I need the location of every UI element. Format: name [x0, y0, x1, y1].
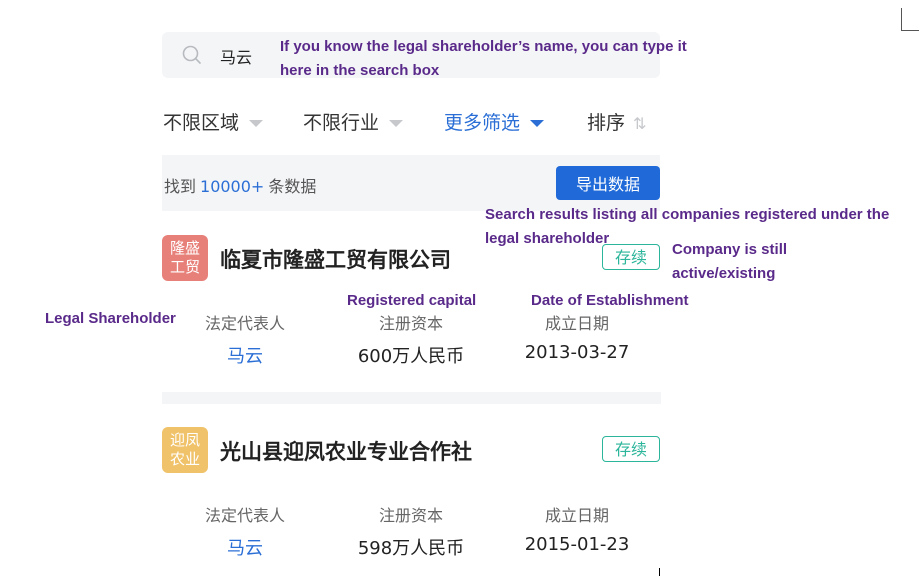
company-card[interactable]: 迎凤 农业 光山县迎凤农业专业合作社 存续 法定代表人 注册资本 成立日期 马云… [162, 427, 660, 567]
company-name[interactable]: 临夏市隆盛工贸有限公司 [220, 244, 451, 274]
filter-region-label: 不限区域 [163, 112, 240, 134]
annotation-status-line1: Company is still [672, 241, 788, 258]
legal-rep-link[interactable]: 马云 [227, 342, 263, 368]
established-label: 成立日期 [544, 314, 610, 333]
logo-text: 工贸 [169, 258, 200, 276]
logo-text: 迎凤 [169, 431, 200, 449]
capital-value: 600万人民币 [357, 346, 465, 367]
chevron-down-icon [249, 120, 264, 127]
corner-mark [901, 8, 919, 31]
annotation-search-box: If you know the legal shareholder’s name… [280, 38, 687, 79]
annotation-results-line1: Search results listing all companies reg… [485, 206, 890, 223]
annotation-legal-shareholder: Legal Shareholder [45, 310, 176, 327]
capital-label: 注册资本 [378, 506, 444, 525]
sort-icon: ⇅ [633, 114, 647, 133]
established-label: 成立日期 [544, 506, 610, 525]
export-data-button[interactable]: 导出数据 [556, 166, 660, 200]
result-count: 10000+ [200, 177, 265, 196]
company-name[interactable]: 光山县迎凤农业专业合作社 [220, 436, 472, 466]
chevron-down-icon [389, 120, 404, 127]
company-logo: 迎凤 农业 [162, 427, 208, 473]
card-divider [162, 392, 661, 404]
legal-rep-label: 法定代表人 [204, 314, 286, 333]
sort-label: 排序 [587, 112, 626, 134]
filter-industry[interactable]: 不限行业 [303, 108, 404, 135]
search-icon[interactable] [182, 45, 202, 65]
established-value: 2013-03-27 [524, 342, 630, 363]
search-input[interactable]: 马云 [220, 44, 252, 68]
capital-label: 注册资本 [378, 314, 444, 333]
sort-control[interactable]: 排序 ⇅ [587, 108, 646, 135]
status-badge: 存续 [602, 436, 660, 462]
logo-text: 农业 [169, 450, 200, 468]
company-logo: 隆盛 工贸 [162, 235, 208, 281]
result-count-text: 找到 10000+ 条数据 [164, 173, 316, 197]
filter-industry-label: 不限行业 [303, 112, 380, 134]
annotation-status-line2: active/existing [672, 265, 776, 282]
logo-text: 隆盛 [169, 239, 200, 257]
established-value: 2015-01-23 [524, 534, 630, 555]
result-suffix: 条数据 [268, 177, 317, 196]
status-badge: 存续 [602, 244, 660, 270]
annotation-status: Company is still active/existing [672, 238, 892, 286]
annotation-date-of-establishment: Date of Establishment [531, 292, 689, 309]
legal-rep-label: 法定代表人 [204, 506, 286, 525]
filter-more[interactable]: 更多筛选 [444, 108, 545, 135]
chevron-down-icon [530, 120, 545, 127]
filter-region[interactable]: 不限区域 [163, 108, 264, 135]
annotation-registered-capital: Registered capital [347, 292, 477, 309]
capital-value: 598万人民币 [357, 538, 465, 559]
edge-tick [659, 568, 660, 576]
filter-more-label: 更多筛选 [444, 112, 521, 134]
legal-rep-link[interactable]: 马云 [227, 534, 263, 560]
result-prefix: 找到 [164, 177, 197, 196]
